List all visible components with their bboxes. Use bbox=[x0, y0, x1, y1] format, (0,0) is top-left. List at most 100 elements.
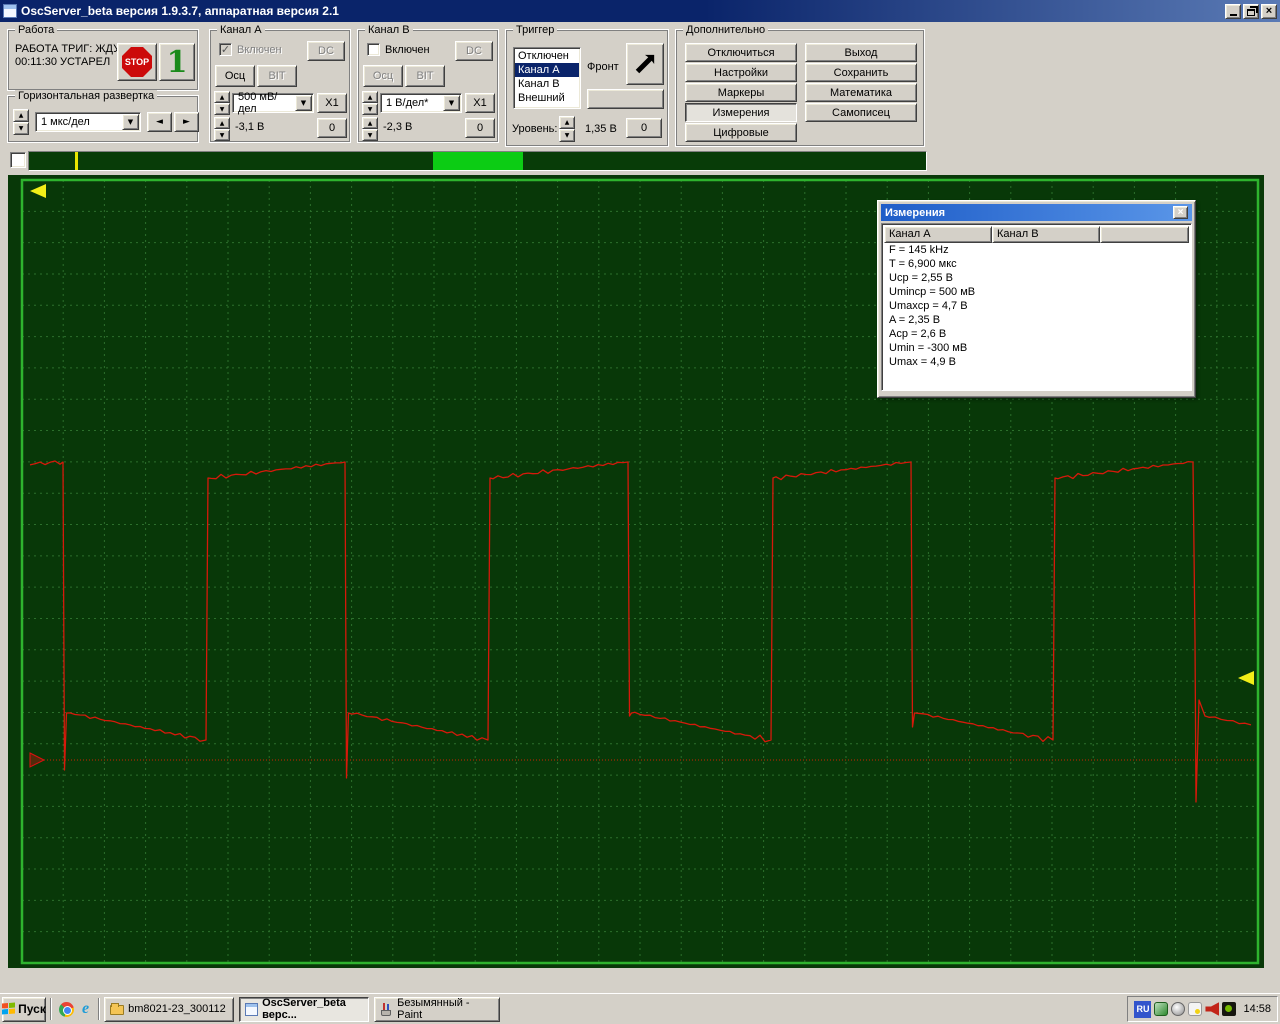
channel-a-enabled-label: Включен bbox=[237, 44, 282, 56]
channel-a-offset-value: -3,1 В bbox=[235, 121, 264, 133]
group-work-label: Работа bbox=[15, 24, 57, 36]
taskbar-separator bbox=[50, 998, 52, 1020]
group-channel-a: Канал А ✓ Включен DC Осц BIT ▲ ▼ 500 мВ/… bbox=[210, 30, 350, 142]
rising-edge-arrow-icon bbox=[630, 49, 660, 79]
spin-down-icon: ▼ bbox=[13, 122, 29, 135]
channel-b-zero-button[interactable]: 0 bbox=[465, 118, 495, 138]
markers-button[interactable]: Маркеры bbox=[685, 83, 797, 102]
channel-a-osc-button[interactable]: Осц bbox=[215, 65, 255, 87]
measurements-button[interactable]: Измерения bbox=[685, 103, 797, 122]
hsweep-left-button[interactable]: ◄ bbox=[147, 112, 172, 132]
measurements-titlebar[interactable]: Измерения × bbox=[881, 204, 1192, 221]
minimize-button[interactable] bbox=[1225, 4, 1241, 19]
speaker-tray-icon[interactable] bbox=[1205, 1002, 1219, 1016]
group-hsweep-label: Горизонтальная развертка bbox=[15, 90, 157, 102]
save-button[interactable]: Сохранить bbox=[805, 63, 917, 82]
group-trigger-label: Триггер bbox=[513, 24, 557, 36]
start-button[interactable]: Пуск bbox=[2, 997, 46, 1022]
channel-a-dc-button[interactable]: DC bbox=[307, 41, 345, 61]
channel-b-x1-button[interactable]: X1 bbox=[465, 93, 495, 113]
hsweep-spinner[interactable]: ▲ ▼ bbox=[13, 109, 29, 135]
channel-b-osc-button[interactable]: Осц bbox=[363, 65, 403, 87]
trigger-level-spinner[interactable]: ▲ ▼ bbox=[559, 116, 575, 142]
trigger-level-label: Уровень: bbox=[512, 123, 557, 135]
pointer-tray-icon[interactable] bbox=[1188, 1002, 1202, 1016]
trigger-source-option[interactable]: Отключен bbox=[515, 49, 579, 63]
channel-b-offset-value: -2,3 В bbox=[383, 121, 412, 133]
channel-a-zero-button[interactable]: 0 bbox=[317, 118, 347, 138]
exit-button[interactable]: Выход bbox=[805, 43, 917, 62]
channel-b-enabled-label: Включен bbox=[385, 44, 430, 56]
acquisition-progress-segment bbox=[433, 152, 523, 170]
dropdown-arrow-icon[interactable]: ▼ bbox=[122, 114, 139, 130]
channel-b-offset-spinner[interactable]: ▲ ▼ bbox=[362, 117, 378, 141]
group-hsweep: Горизонтальная развертка ▲ ▼ 1 мкс/дел ▼… bbox=[8, 96, 198, 142]
spin-up-icon: ▲ bbox=[13, 109, 29, 122]
chrome-icon[interactable] bbox=[59, 1002, 74, 1017]
channel-a-x1-button[interactable]: X1 bbox=[317, 93, 347, 113]
restore-button[interactable] bbox=[1243, 4, 1259, 19]
dropdown-arrow-icon[interactable]: ▼ bbox=[295, 95, 312, 111]
channel-a-scale-value: 500 мВ/дел bbox=[238, 91, 295, 115]
channel-b-enabled-checkbox[interactable] bbox=[367, 43, 380, 56]
channel-a-enabled-checkbox[interactable]: ✓ bbox=[219, 43, 232, 56]
trigger-source-option-selected[interactable]: Канал А bbox=[515, 63, 579, 77]
trigger-source-listbox[interactable]: Отключен Канал А Канал В Внешний bbox=[513, 47, 581, 109]
folder-icon bbox=[110, 1005, 124, 1015]
spin-down-icon: ▼ bbox=[559, 129, 575, 142]
trigger-edge-button[interactable] bbox=[626, 43, 664, 85]
spin-up-icon: ▲ bbox=[214, 117, 230, 129]
trigger-source-option[interactable]: Канал В bbox=[515, 77, 579, 91]
task-button-folder[interactable]: bm8021-23_300112 bbox=[104, 997, 234, 1022]
channel-b-scale-combobox[interactable]: 1 В/дел* ▼ bbox=[380, 93, 462, 113]
scope-option-checkbox[interactable] bbox=[10, 152, 26, 168]
channel-a-bit-button[interactable]: BIT bbox=[257, 65, 297, 87]
hsweep-right-button[interactable]: ► bbox=[174, 112, 199, 132]
measurements-col-channel-b[interactable]: Канал В bbox=[992, 226, 1100, 243]
stop-sign-icon: STOP bbox=[122, 47, 152, 77]
math-button[interactable]: Математика bbox=[805, 83, 917, 102]
language-indicator[interactable]: RU bbox=[1134, 1001, 1151, 1018]
close-button[interactable]: × bbox=[1261, 4, 1277, 19]
trigger-position-tick[interactable] bbox=[75, 152, 78, 170]
paint-icon bbox=[380, 1003, 393, 1016]
spin-down-icon: ▼ bbox=[214, 129, 230, 141]
channel-b-scale-value: 1 В/дел* bbox=[386, 97, 443, 109]
channel-b-scale-spinner[interactable]: ▲ ▼ bbox=[362, 91, 378, 115]
disconnect-button[interactable]: Отключиться bbox=[685, 43, 797, 62]
minimize-icon bbox=[1230, 14, 1237, 16]
channel-a-offset-spinner[interactable]: ▲ ▼ bbox=[214, 117, 230, 141]
taskbar-clock: 14:58 bbox=[1243, 1003, 1271, 1015]
window-title: OscServer_beta версия 1.9.3.7, аппаратна… bbox=[21, 4, 1223, 18]
taskbar: Пуск e bm8021-23_300112 OscServer_beta в… bbox=[0, 993, 1280, 1024]
task-button-oscserver[interactable]: OscServer_beta верс... bbox=[239, 997, 369, 1022]
trigger-zero-button[interactable]: 0 bbox=[626, 118, 662, 138]
restore-icon bbox=[1247, 9, 1255, 16]
digital-button[interactable]: Цифровые bbox=[685, 123, 797, 142]
channel-a-scale-combobox[interactable]: 500 мВ/дел ▼ bbox=[232, 93, 314, 113]
task-button-paint[interactable]: Безымянный - Paint bbox=[374, 997, 500, 1022]
recorder-button[interactable]: Самописец bbox=[805, 103, 917, 122]
internet-explorer-icon[interactable]: e bbox=[82, 1000, 89, 1018]
channel-count-button[interactable]: 1 bbox=[159, 43, 195, 81]
trigger-source-option[interactable]: Внешний bbox=[515, 91, 579, 105]
measurement-row: Uminср = 500 мВ bbox=[884, 285, 1189, 299]
usb-tray-icon[interactable] bbox=[1154, 1002, 1168, 1016]
channel-b-bit-button[interactable]: BIT bbox=[405, 65, 445, 87]
dropdown-arrow-icon[interactable]: ▼ bbox=[443, 95, 460, 111]
settings-button[interactable]: Настройки bbox=[685, 63, 797, 82]
measurements-window[interactable]: Измерения × Канал А Канал В F = 145 kHz … bbox=[877, 200, 1196, 398]
oscserver-icon bbox=[245, 1003, 258, 1016]
volume-knob-tray-icon[interactable] bbox=[1171, 1002, 1185, 1016]
measurements-close-button[interactable]: × bbox=[1173, 206, 1188, 219]
hsweep-combobox[interactable]: 1 мкс/дел ▼ bbox=[35, 112, 141, 132]
channel-a-scale-spinner[interactable]: ▲ ▼ bbox=[214, 91, 230, 115]
measurement-row: Umax = 4,9 В bbox=[884, 355, 1189, 369]
trigger-blank-button[interactable] bbox=[587, 89, 664, 109]
channel-b-dc-button[interactable]: DC bbox=[455, 41, 493, 61]
nvidia-tray-icon[interactable] bbox=[1222, 1002, 1236, 1016]
measurements-col-channel-a[interactable]: Канал А bbox=[884, 226, 992, 243]
stop-button[interactable]: STOP bbox=[117, 43, 157, 81]
system-tray: RU 14:58 bbox=[1127, 996, 1278, 1022]
acquisition-progress-bar[interactable] bbox=[28, 151, 927, 171]
